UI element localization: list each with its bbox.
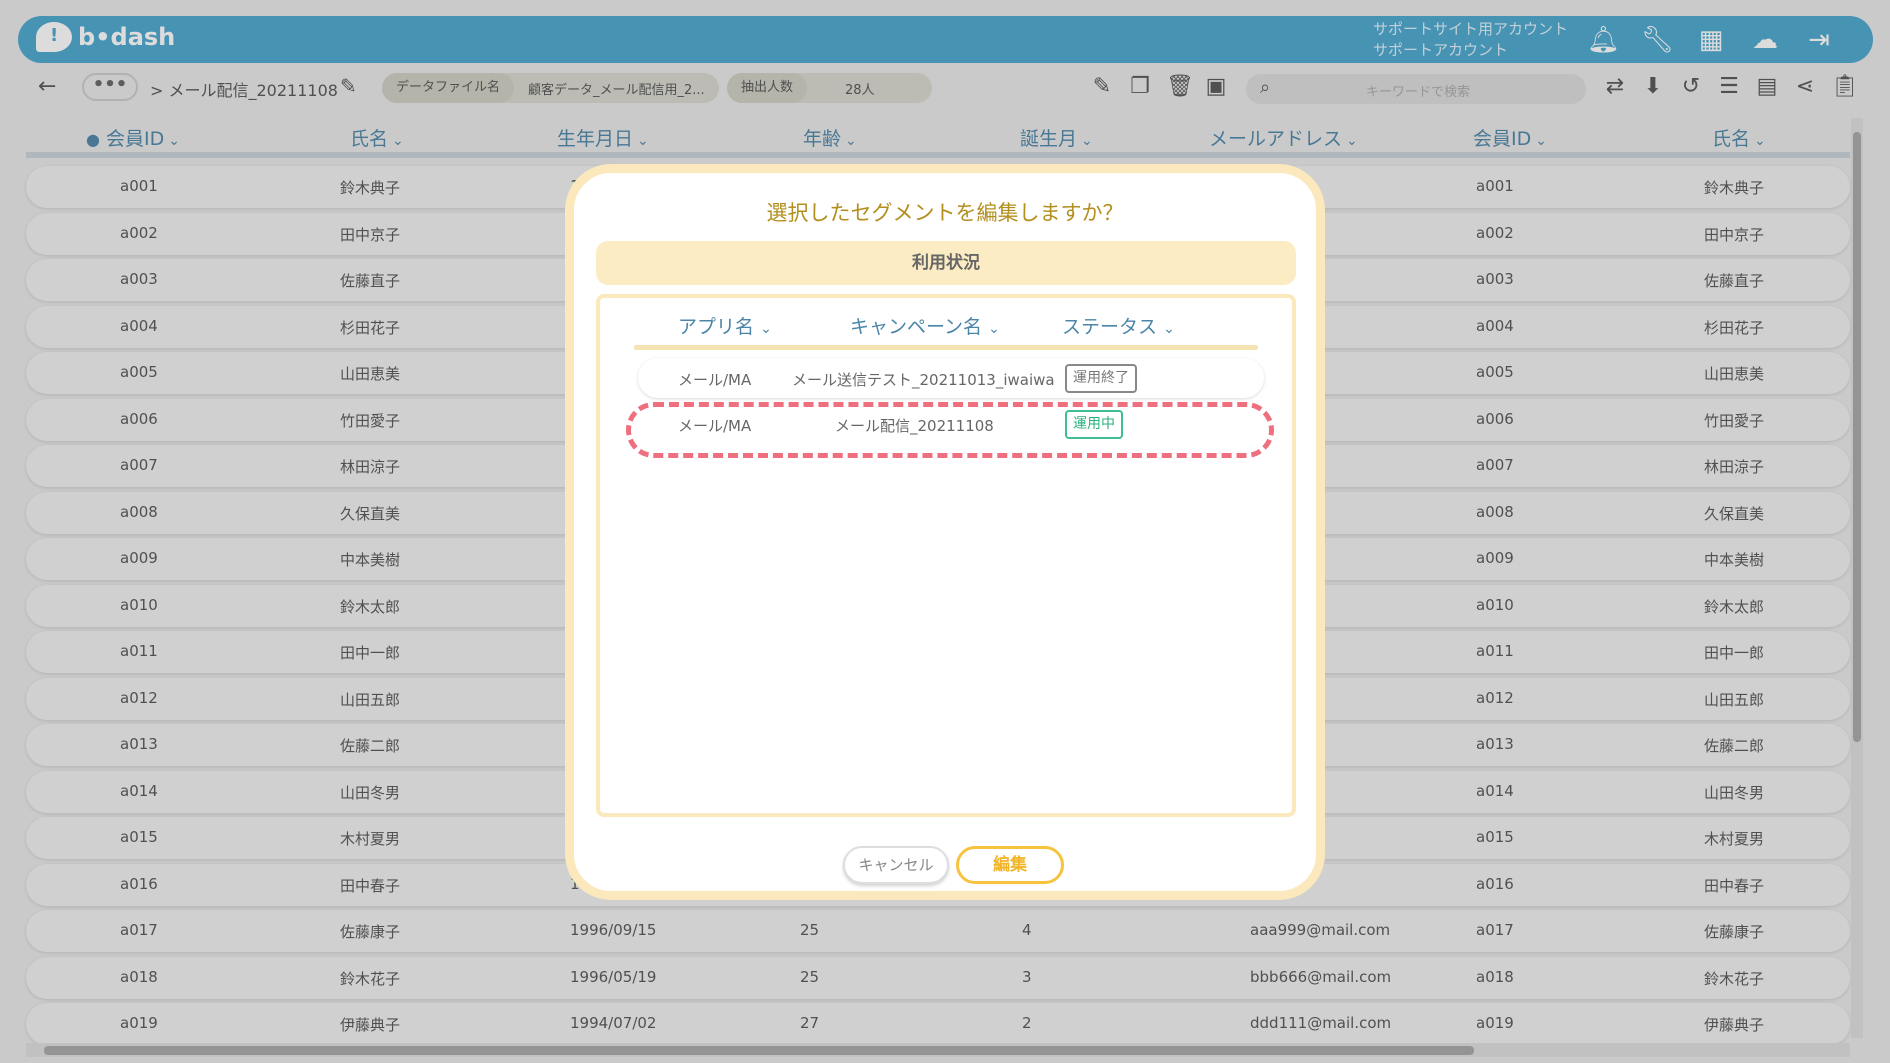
dialog-title: 選択したセグメントを編集しますか？: [766, 201, 1124, 225]
usage-panel: アプリ名 ⌄ キャンペーン名 ⌄ ステータス ⌄ メール/MA メール送信テスト…: [596, 294, 1296, 817]
header-label: ステータス: [1062, 316, 1158, 338]
usage-row[interactable]: メール/MA メール送信テスト_20211013_iwaiwa 運用終了: [638, 358, 1264, 398]
header-label: アプリ名: [678, 316, 755, 338]
usage-header: 利用状況: [596, 241, 1296, 285]
usage-header-divider: [634, 345, 1258, 350]
app-name: メール/MA: [678, 371, 752, 389]
header-label: キャンペーン名: [850, 316, 983, 338]
chevron-down-icon: ⌄: [1163, 321, 1175, 337]
col-header-campaign[interactable]: キャンペーン名 ⌄: [850, 312, 1000, 339]
col-header-status[interactable]: ステータス ⌄: [1062, 312, 1175, 339]
cancel-button[interactable]: キャンセル: [843, 846, 949, 884]
edit-segment-dialog: 選択したセグメントを編集しますか？ 利用状況 アプリ名 ⌄ キャンペーン名 ⌄ …: [565, 164, 1325, 900]
chevron-down-icon: ⌄: [760, 321, 772, 337]
chevron-down-icon: ⌄: [988, 321, 1000, 337]
highlight-annotation: [626, 402, 1274, 458]
campaign-name: メール送信テスト_20211013_iwaiwa: [792, 371, 1055, 389]
status-badge: 運用終了: [1065, 364, 1137, 393]
col-header-app[interactable]: アプリ名 ⌄: [678, 312, 772, 339]
edit-button[interactable]: 編集: [956, 846, 1064, 884]
